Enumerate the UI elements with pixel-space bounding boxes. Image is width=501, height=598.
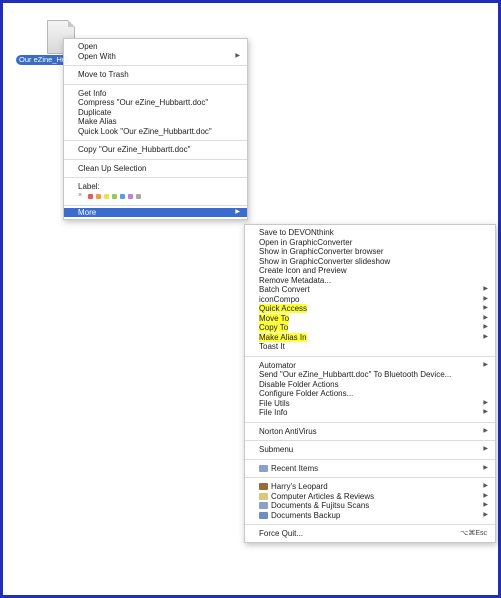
- menu-separator: [64, 65, 247, 66]
- menu-item-clean-up-selection[interactable]: Clean Up Selection: [64, 164, 247, 174]
- more-submenu: Save to DEVONthink Open in GraphicConver…: [244, 224, 496, 543]
- no-label-icon[interactable]: ×: [78, 192, 82, 199]
- submenu-item-iconcompo[interactable]: iconCompo ▶: [245, 295, 495, 305]
- label-gray-swatch[interactable]: [136, 193, 141, 199]
- submenu-item-norton-antivirus[interactable]: Norton AntiVirus ▶: [245, 427, 495, 437]
- submenu-item-batch-convert[interactable]: Batch Convert ▶: [245, 285, 495, 295]
- submenu-item-remove-metadata[interactable]: Remove Metadata...: [245, 276, 495, 286]
- submenu-item-documents-backup[interactable]: Documents Backup ▶: [245, 511, 495, 521]
- submenu-arrow-icon: ▶: [483, 427, 488, 434]
- submenu-arrow-icon: ▶: [483, 502, 488, 508]
- submenu-item-quick-access[interactable]: Quick Access ▶: [245, 304, 495, 314]
- label-title: Label:: [78, 182, 100, 191]
- menu-separator: [245, 421, 495, 423]
- menu-separator: [64, 204, 247, 206]
- menu-item-duplicate[interactable]: Duplicate: [64, 108, 247, 118]
- menu-separator: [245, 355, 495, 357]
- submenu-item-configure-folder-actions[interactable]: Configure Folder Actions...: [245, 389, 495, 399]
- keyboard-shortcut: ⌥⌘Esc: [460, 530, 487, 537]
- menu-item-quick-look[interactable]: Quick Look "Our eZine_Hubbartt.doc": [64, 127, 247, 137]
- submenu-arrow-icon: ▶: [483, 399, 488, 406]
- menu-separator: [64, 158, 247, 160]
- submenu-arrow-icon: ▶: [483, 483, 488, 489]
- label-color-row: ×: [64, 192, 247, 202]
- submenu-item-copy-to[interactable]: Copy To ▶: [245, 323, 495, 333]
- submenu-arrow-icon: ▶: [235, 52, 240, 59]
- submenu-arrow-icon: ▶: [483, 333, 488, 340]
- submenu-item-file-info[interactable]: File Info ▶: [245, 408, 495, 418]
- submenu-item-show-gc-slideshow[interactable]: Show in GraphicConverter slideshow: [245, 257, 495, 267]
- menu-item-compress[interactable]: Compress "Our eZine_Hubbartt.doc": [64, 98, 247, 108]
- submenu-arrow-icon: ▶: [483, 511, 488, 518]
- submenu-item-file-utils[interactable]: File Utils ▶: [245, 399, 495, 409]
- submenu-arrow-icon: ▶: [483, 492, 488, 499]
- submenu-arrow-icon: ▶: [483, 305, 488, 311]
- submenu-arrow-icon: ▶: [483, 464, 488, 471]
- folder-icon: [259, 464, 268, 472]
- menu-separator: [245, 477, 495, 478]
- submenu-item-save-to-devonthink[interactable]: Save to DEVONthink: [245, 228, 495, 238]
- menu-item-copy[interactable]: Copy "Our eZine_Hubbartt.doc": [64, 145, 247, 155]
- submenu-item-move-to[interactable]: Move To ▶: [245, 313, 495, 324]
- submenu-item-disable-folder-actions[interactable]: Disable Folder Actions: [245, 380, 495, 390]
- menu-item-open-with[interactable]: Open With ▶: [64, 52, 247, 62]
- menu-separator: [64, 140, 247, 141]
- label-orange-swatch[interactable]: [96, 193, 101, 199]
- submenu-item-toast-it[interactable]: Toast It: [245, 342, 495, 352]
- label-purple-swatch[interactable]: [128, 193, 133, 199]
- menu-separator: [245, 524, 495, 525]
- submenu-item-open-graphicconverter[interactable]: Open in GraphicConverter: [245, 238, 495, 248]
- backup-folder-icon: [259, 511, 268, 519]
- submenu-item-show-gc-browser[interactable]: Show in GraphicConverter browser: [245, 247, 495, 257]
- submenu-arrow-icon: ▶: [483, 324, 488, 330]
- file-name-label[interactable]: Our eZine_Hu: [16, 55, 70, 65]
- menu-separator: [245, 458, 495, 460]
- submenu-item-harrys-leopard[interactable]: Harry's Leopard ▶: [245, 482, 495, 492]
- submenu-item-send-bluetooth[interactable]: Send "Our eZine_Hubbartt.doc" To Bluetoo…: [245, 370, 495, 380]
- menu-separator: [64, 177, 247, 178]
- menu-separator: [64, 83, 247, 85]
- submenu-arrow-icon: ▶: [483, 314, 488, 321]
- submenu-item-computer-articles[interactable]: Computer Articles & Reviews ▶: [245, 492, 495, 502]
- submenu-arrow-icon: ▶: [483, 286, 488, 292]
- menu-item-get-info[interactable]: Get Info: [64, 89, 247, 99]
- label-yellow-swatch[interactable]: [104, 193, 109, 199]
- hard-drive-icon: [259, 483, 268, 491]
- document-icon: [259, 492, 268, 500]
- submenu-item-recent-items[interactable]: Recent Items ▶: [245, 464, 495, 474]
- menu-item-make-alias[interactable]: Make Alias: [64, 117, 247, 127]
- menu-item-more[interactable]: More ▶: [64, 207, 247, 217]
- menu-item-move-to-trash[interactable]: Move to Trash: [64, 70, 247, 80]
- label-blue-swatch[interactable]: [120, 193, 125, 199]
- menu-separator: [245, 440, 495, 441]
- submenu-arrow-icon: ▶: [483, 361, 488, 368]
- label-green-swatch[interactable]: [112, 193, 117, 199]
- menu-item-open[interactable]: Open: [64, 42, 247, 52]
- label-red-swatch[interactable]: [88, 193, 93, 199]
- context-menu: Open Open With ▶ Move to Trash Get Info C…: [63, 38, 248, 220]
- submenu-item-make-alias-in[interactable]: Make Alias In ▶: [245, 332, 495, 343]
- submenu-item-create-icon-preview[interactable]: Create Icon and Preview: [245, 266, 495, 276]
- submenu-arrow-icon: ▶: [235, 208, 240, 215]
- submenu-arrow-icon: ▶: [483, 409, 488, 415]
- submenu-item-submenu[interactable]: Submenu ▶: [245, 445, 495, 455]
- submenu-arrow-icon: ▶: [483, 295, 488, 302]
- submenu-item-documents-fujitsu[interactable]: Documents & Fujitsu Scans ▶: [245, 501, 495, 511]
- submenu-item-force-quit[interactable]: Force Quit... ⌥⌘Esc: [245, 529, 495, 539]
- submenu-arrow-icon: ▶: [483, 446, 488, 452]
- folder-icon: [259, 502, 268, 510]
- submenu-item-automator[interactable]: Automator ▶: [245, 361, 495, 371]
